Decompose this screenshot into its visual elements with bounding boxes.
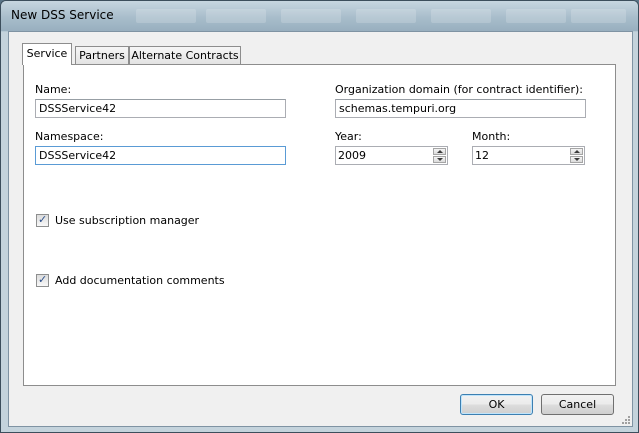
namespace-value: DSSService42 — [39, 149, 117, 162]
dialog-client-area: Service Partners Alternate Contracts Nam… — [8, 31, 633, 427]
year-value: 2009 — [338, 149, 366, 162]
resize-grip-icon[interactable] — [620, 414, 630, 424]
name-value: DSSService42 — [39, 102, 117, 115]
tab-label: Alternate Contracts — [131, 49, 239, 62]
background-window-ghost — [206, 9, 266, 23]
background-window-ghost — [136, 9, 196, 23]
add-documentation-comments-label: Add documentation comments — [55, 274, 225, 287]
month-stepper[interactable]: 12 — [472, 146, 585, 165]
window-title: New DSS Service — [11, 8, 114, 22]
month-decrement-arrow-icon[interactable] — [570, 156, 583, 163]
background-window-ghost — [356, 9, 416, 23]
cancel-button-label: Cancel — [558, 398, 597, 411]
background-window-ghost — [571, 9, 626, 23]
tab-alternate-contracts[interactable]: Alternate Contracts — [129, 46, 241, 64]
namespace-label: Namespace: — [35, 130, 104, 143]
org-domain-value: schemas.tempuri.org — [339, 102, 457, 115]
month-label: Month: — [472, 130, 511, 143]
month-spin-buttons — [570, 148, 583, 163]
org-domain-label: Organization domain (for contract identi… — [335, 83, 583, 96]
tab-service[interactable]: Service — [22, 43, 72, 65]
org-domain-input[interactable]: schemas.tempuri.org — [335, 99, 586, 118]
year-stepper[interactable]: 2009 — [335, 146, 448, 165]
tab-partners[interactable]: Partners — [75, 46, 129, 64]
year-label: Year: — [335, 130, 362, 143]
dialog-window: New DSS Service Service Partners Alterna… — [0, 0, 639, 433]
ok-button[interactable]: OK — [460, 394, 533, 415]
tab-label: Service — [26, 47, 68, 60]
checkmark-icon: ✓ — [38, 273, 48, 286]
year-decrement-arrow-icon[interactable] — [433, 156, 446, 163]
use-subscription-manager-label: Use subscription manager — [55, 214, 200, 227]
background-window-ghost — [281, 9, 341, 23]
month-increment-arrow-icon[interactable] — [570, 148, 583, 155]
background-window-ghost — [431, 9, 491, 23]
year-increment-arrow-icon[interactable] — [433, 148, 446, 155]
name-label: Name: — [35, 83, 72, 96]
year-spin-buttons — [433, 148, 446, 163]
cancel-button[interactable]: Cancel — [541, 394, 614, 415]
add-documentation-comments-checkbox[interactable]: ✓ — [36, 273, 49, 287]
name-input[interactable]: DSSService42 — [35, 99, 286, 118]
use-subscription-manager-checkbox[interactable]: ✓ — [36, 213, 49, 227]
ok-button-label: OK — [488, 398, 505, 411]
background-window-ghost — [506, 9, 566, 23]
checkmark-icon: ✓ — [38, 213, 48, 226]
service-tab-panel: Name: DSSService42 Namespace: DSSService… — [23, 64, 616, 386]
tab-label: Partners — [79, 49, 125, 62]
title-bar[interactable]: New DSS Service — [1, 1, 638, 31]
namespace-input[interactable]: DSSService42 — [35, 146, 286, 165]
month-value: 12 — [475, 149, 489, 162]
